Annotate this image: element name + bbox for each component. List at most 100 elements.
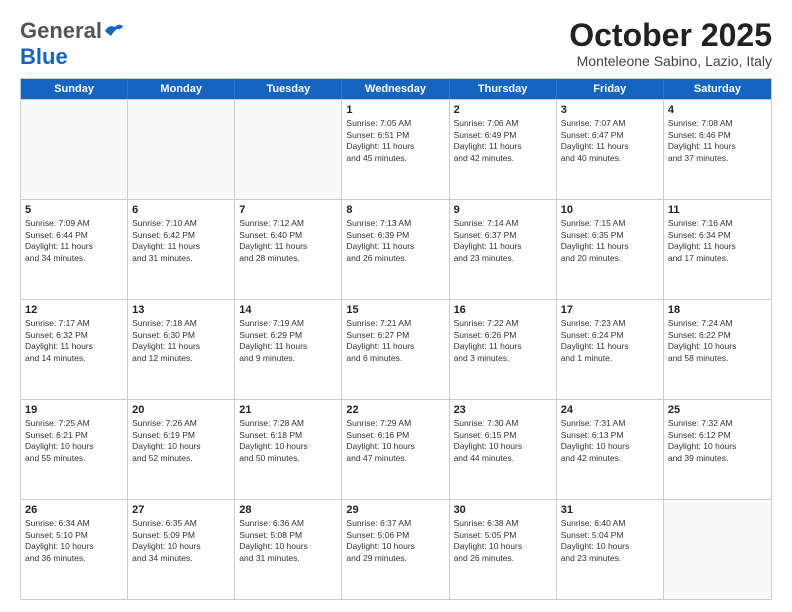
calendar-cell: 13Sunrise: 7:18 AM Sunset: 6:30 PM Dayli… [128,300,235,399]
cell-date-number: 24 [561,403,659,417]
page: General Blue October 2025 Monteleone Sab… [0,0,792,612]
calendar-cell: 22Sunrise: 7:29 AM Sunset: 6:16 PM Dayli… [342,400,449,499]
calendar-cell: 9Sunrise: 7:14 AM Sunset: 6:37 PM Daylig… [450,200,557,299]
cell-date-number: 19 [25,403,123,417]
header-day-thursday: Thursday [450,79,557,99]
logo: General Blue [20,18,125,70]
calendar-cell: 1Sunrise: 7:05 AM Sunset: 6:51 PM Daylig… [342,100,449,199]
cell-info-text: Sunrise: 6:40 AM Sunset: 5:04 PM Dayligh… [561,518,659,564]
calendar-row-4: 26Sunrise: 6:34 AM Sunset: 5:10 PM Dayli… [21,499,771,599]
cell-date-number: 3 [561,103,659,117]
cell-date-number: 14 [239,303,337,317]
cell-info-text: Sunrise: 6:35 AM Sunset: 5:09 PM Dayligh… [132,518,230,564]
calendar-row-2: 12Sunrise: 7:17 AM Sunset: 6:32 PM Dayli… [21,299,771,399]
calendar-cell: 20Sunrise: 7:26 AM Sunset: 6:19 PM Dayli… [128,400,235,499]
calendar-row-3: 19Sunrise: 7:25 AM Sunset: 6:21 PM Dayli… [21,399,771,499]
calendar-cell: 19Sunrise: 7:25 AM Sunset: 6:21 PM Dayli… [21,400,128,499]
cell-date-number: 8 [346,203,444,217]
cell-info-text: Sunrise: 7:32 AM Sunset: 6:12 PM Dayligh… [668,418,767,464]
cell-date-number: 25 [668,403,767,417]
cell-info-text: Sunrise: 6:38 AM Sunset: 5:05 PM Dayligh… [454,518,552,564]
cell-date-number: 1 [346,103,444,117]
cell-date-number: 21 [239,403,337,417]
cell-info-text: Sunrise: 7:13 AM Sunset: 6:39 PM Dayligh… [346,218,444,264]
cell-info-text: Sunrise: 7:17 AM Sunset: 6:32 PM Dayligh… [25,318,123,364]
calendar-body: 1Sunrise: 7:05 AM Sunset: 6:51 PM Daylig… [21,99,771,599]
cell-info-text: Sunrise: 7:30 AM Sunset: 6:15 PM Dayligh… [454,418,552,464]
cell-info-text: Sunrise: 7:07 AM Sunset: 6:47 PM Dayligh… [561,118,659,164]
logo-general: General [20,18,102,44]
calendar-cell: 31Sunrise: 6:40 AM Sunset: 5:04 PM Dayli… [557,500,664,599]
calendar-cell [235,100,342,199]
cell-date-number: 10 [561,203,659,217]
cell-info-text: Sunrise: 7:24 AM Sunset: 6:22 PM Dayligh… [668,318,767,364]
cell-info-text: Sunrise: 7:05 AM Sunset: 6:51 PM Dayligh… [346,118,444,164]
cell-date-number: 16 [454,303,552,317]
calendar-cell: 24Sunrise: 7:31 AM Sunset: 6:13 PM Dayli… [557,400,664,499]
cell-info-text: Sunrise: 7:14 AM Sunset: 6:37 PM Dayligh… [454,218,552,264]
cell-info-text: Sunrise: 6:37 AM Sunset: 5:06 PM Dayligh… [346,518,444,564]
cell-date-number: 12 [25,303,123,317]
calendar-cell: 4Sunrise: 7:08 AM Sunset: 6:46 PM Daylig… [664,100,771,199]
cell-date-number: 27 [132,503,230,517]
calendar-cell: 26Sunrise: 6:34 AM Sunset: 5:10 PM Dayli… [21,500,128,599]
calendar-cell: 17Sunrise: 7:23 AM Sunset: 6:24 PM Dayli… [557,300,664,399]
month-title: October 2025 [569,18,772,53]
calendar-cell: 12Sunrise: 7:17 AM Sunset: 6:32 PM Dayli… [21,300,128,399]
cell-date-number: 2 [454,103,552,117]
calendar-cell: 29Sunrise: 6:37 AM Sunset: 5:06 PM Dayli… [342,500,449,599]
cell-info-text: Sunrise: 7:08 AM Sunset: 6:46 PM Dayligh… [668,118,767,164]
cell-date-number: 18 [668,303,767,317]
calendar-cell: 30Sunrise: 6:38 AM Sunset: 5:05 PM Dayli… [450,500,557,599]
cell-info-text: Sunrise: 7:26 AM Sunset: 6:19 PM Dayligh… [132,418,230,464]
cell-info-text: Sunrise: 6:34 AM Sunset: 5:10 PM Dayligh… [25,518,123,564]
header-day-tuesday: Tuesday [235,79,342,99]
cell-info-text: Sunrise: 6:36 AM Sunset: 5:08 PM Dayligh… [239,518,337,564]
calendar-cell: 5Sunrise: 7:09 AM Sunset: 6:44 PM Daylig… [21,200,128,299]
calendar-cell: 2Sunrise: 7:06 AM Sunset: 6:49 PM Daylig… [450,100,557,199]
calendar-cell: 7Sunrise: 7:12 AM Sunset: 6:40 PM Daylig… [235,200,342,299]
cell-date-number: 29 [346,503,444,517]
cell-info-text: Sunrise: 7:10 AM Sunset: 6:42 PM Dayligh… [132,218,230,264]
title-block: October 2025 Monteleone Sabino, Lazio, I… [569,18,772,69]
logo-blue: Blue [20,44,68,69]
calendar-cell: 6Sunrise: 7:10 AM Sunset: 6:42 PM Daylig… [128,200,235,299]
cell-info-text: Sunrise: 7:12 AM Sunset: 6:40 PM Dayligh… [239,218,337,264]
cell-info-text: Sunrise: 7:09 AM Sunset: 6:44 PM Dayligh… [25,218,123,264]
calendar-cell: 27Sunrise: 6:35 AM Sunset: 5:09 PM Dayli… [128,500,235,599]
calendar-cell: 25Sunrise: 7:32 AM Sunset: 6:12 PM Dayli… [664,400,771,499]
cell-info-text: Sunrise: 7:16 AM Sunset: 6:34 PM Dayligh… [668,218,767,264]
header: General Blue October 2025 Monteleone Sab… [20,18,772,70]
calendar-cell [21,100,128,199]
calendar-cell [664,500,771,599]
cell-date-number: 28 [239,503,337,517]
cell-info-text: Sunrise: 7:31 AM Sunset: 6:13 PM Dayligh… [561,418,659,464]
header-day-sunday: Sunday [21,79,128,99]
cell-date-number: 23 [454,403,552,417]
cell-date-number: 7 [239,203,337,217]
header-day-wednesday: Wednesday [342,79,449,99]
header-day-friday: Friday [557,79,664,99]
cell-info-text: Sunrise: 7:28 AM Sunset: 6:18 PM Dayligh… [239,418,337,464]
cell-date-number: 6 [132,203,230,217]
cell-info-text: Sunrise: 7:18 AM Sunset: 6:30 PM Dayligh… [132,318,230,364]
calendar-row-1: 5Sunrise: 7:09 AM Sunset: 6:44 PM Daylig… [21,199,771,299]
calendar: SundayMondayTuesdayWednesdayThursdayFrid… [20,78,772,600]
calendar-cell: 3Sunrise: 7:07 AM Sunset: 6:47 PM Daylig… [557,100,664,199]
cell-date-number: 26 [25,503,123,517]
cell-info-text: Sunrise: 7:06 AM Sunset: 6:49 PM Dayligh… [454,118,552,164]
cell-date-number: 22 [346,403,444,417]
cell-info-text: Sunrise: 7:22 AM Sunset: 6:26 PM Dayligh… [454,318,552,364]
cell-info-text: Sunrise: 7:15 AM Sunset: 6:35 PM Dayligh… [561,218,659,264]
calendar-cell: 21Sunrise: 7:28 AM Sunset: 6:18 PM Dayli… [235,400,342,499]
cell-info-text: Sunrise: 7:29 AM Sunset: 6:16 PM Dayligh… [346,418,444,464]
cell-info-text: Sunrise: 7:21 AM Sunset: 6:27 PM Dayligh… [346,318,444,364]
calendar-cell: 15Sunrise: 7:21 AM Sunset: 6:27 PM Dayli… [342,300,449,399]
cell-info-text: Sunrise: 7:23 AM Sunset: 6:24 PM Dayligh… [561,318,659,364]
cell-date-number: 13 [132,303,230,317]
cell-date-number: 4 [668,103,767,117]
subtitle: Monteleone Sabino, Lazio, Italy [569,53,772,69]
calendar-cell: 28Sunrise: 6:36 AM Sunset: 5:08 PM Dayli… [235,500,342,599]
cell-date-number: 15 [346,303,444,317]
cell-date-number: 31 [561,503,659,517]
